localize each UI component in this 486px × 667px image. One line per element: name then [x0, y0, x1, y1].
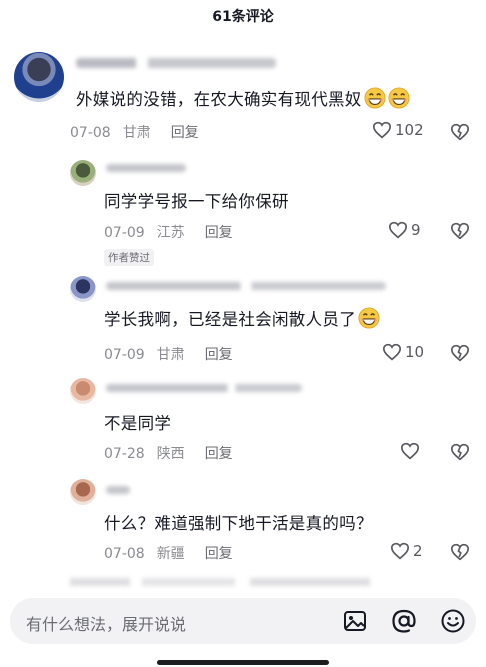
image-icon[interactable]	[342, 608, 368, 634]
comment-location: 陕西	[156, 446, 185, 462]
avatar[interactable]	[70, 160, 96, 186]
broken-heart-icon[interactable]	[450, 123, 470, 141]
like-button[interactable]: 102	[372, 121, 424, 139]
comment-text-content: 学长我啊，已经是社会闲散人员了	[104, 310, 356, 329]
comment-text: 什么？难道强制下地干活是真的吗？	[104, 514, 373, 533]
avatar[interactable]	[14, 52, 64, 102]
grin-emoji-icon	[388, 87, 410, 109]
comment-date: 07-09	[104, 347, 145, 363]
comment-date: 07-28	[104, 446, 145, 462]
comment-date: 07-08	[104, 546, 145, 562]
username[interactable]	[106, 486, 130, 494]
grin-emoji-icon	[364, 87, 386, 109]
heart-outline-icon	[382, 343, 402, 361]
username[interactable]	[106, 384, 302, 392]
like-count: 2	[413, 542, 423, 560]
partial-next-comment	[70, 578, 370, 586]
comment-meta: 07-08 新疆 回复	[104, 543, 233, 563]
author-liked-badge: 作者赞过	[104, 249, 154, 266]
like-count: 102	[395, 121, 424, 139]
like-count: 9	[411, 221, 421, 239]
home-indicator	[157, 660, 329, 665]
comment-text: 外媒说的没错，在农大确实有现代黑奴	[76, 86, 410, 110]
at-icon[interactable]	[391, 608, 417, 634]
avatar[interactable]	[70, 276, 96, 302]
broken-heart-icon[interactable]	[450, 543, 470, 561]
comment-location: 甘肃	[122, 125, 151, 141]
like-button[interactable]	[400, 442, 423, 460]
username[interactable]	[106, 164, 186, 172]
like-count: 10	[405, 343, 425, 361]
comment-text: 同学学号报一下给你保研	[104, 192, 289, 211]
comment-input-placeholder: 有什么想法，展开说说	[26, 615, 187, 634]
comment-text: 不是同学	[104, 414, 172, 433]
heart-outline-icon	[390, 542, 410, 560]
reply-button[interactable]: 回复	[205, 344, 233, 364]
username[interactable]	[106, 282, 386, 290]
like-button[interactable]: 2	[390, 542, 423, 560]
reply-button[interactable]: 回复	[205, 443, 233, 463]
comment-location: 江苏	[156, 225, 185, 241]
comment-location: 新疆	[156, 546, 185, 562]
comment-meta: 07-08 甘肃 回复	[70, 122, 199, 142]
comments-header: 61条评论	[0, 0, 486, 30]
avatar[interactable]	[70, 479, 96, 505]
comment-meta: 07-09 甘肃 回复	[104, 344, 233, 364]
comment-meta: 07-28 陕西 回复	[104, 443, 233, 463]
grin-emoji-icon	[358, 307, 380, 329]
comment-location: 甘肃	[156, 347, 185, 363]
reply-button[interactable]: 回复	[171, 122, 199, 142]
comment-text-content: 外媒说的没错，在农大确实有现代黑奴	[76, 90, 362, 109]
comment-date: 07-08	[70, 125, 111, 141]
heart-outline-icon	[372, 121, 392, 139]
like-button[interactable]: 10	[382, 343, 424, 361]
comment-date: 07-09	[104, 225, 145, 241]
comment-count-title: 61条评论	[212, 9, 274, 25]
reply-button[interactable]: 回复	[205, 222, 233, 242]
smiley-icon[interactable]	[440, 608, 466, 634]
comment-text: 学长我啊，已经是社会闲散人员了	[104, 306, 380, 330]
comment-input[interactable]: 有什么想法，展开说说	[10, 598, 476, 644]
heart-outline-icon	[388, 221, 408, 239]
username[interactable]	[76, 58, 276, 68]
broken-heart-icon[interactable]	[450, 344, 470, 362]
reply-button[interactable]: 回复	[205, 543, 233, 563]
avatar[interactable]	[70, 378, 96, 404]
heart-outline-icon	[400, 442, 420, 460]
comment-input-bar: 有什么想法，展开说说	[0, 590, 486, 652]
like-button[interactable]: 9	[388, 221, 421, 239]
broken-heart-icon[interactable]	[450, 443, 470, 461]
comment-meta: 07-09 江苏 回复	[104, 222, 233, 242]
broken-heart-icon[interactable]	[450, 222, 470, 240]
